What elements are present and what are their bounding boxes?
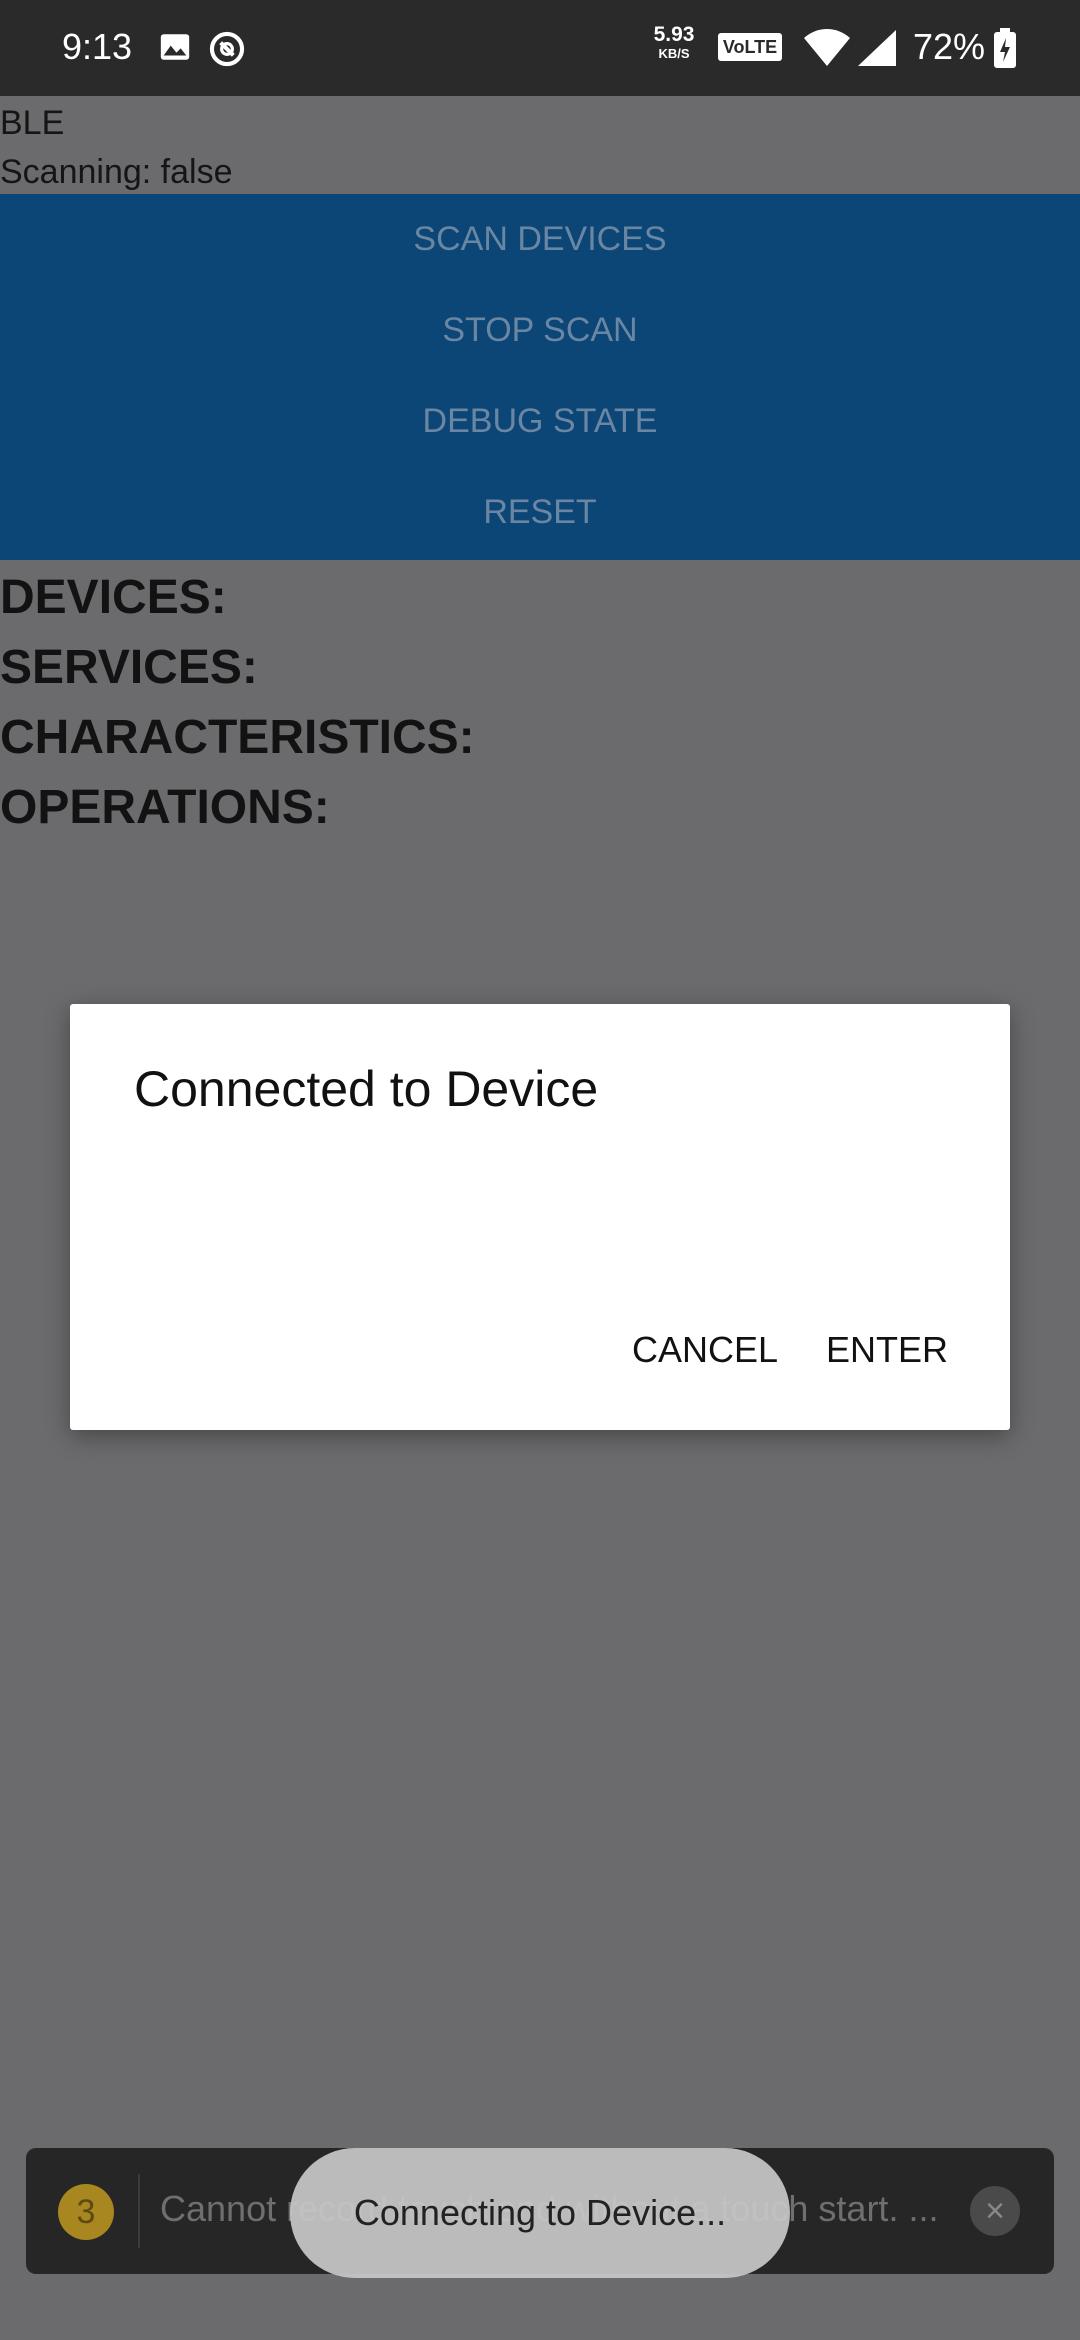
close-icon[interactable]: × — [970, 2186, 1020, 2236]
battery-charging-icon — [994, 28, 1016, 73]
cancel-button[interactable]: CANCEL — [616, 1314, 794, 1386]
network-speed-value: 5.93 — [653, 23, 695, 46]
characteristics-heading: CHARACTERISTICS: — [0, 711, 475, 764]
network-speed-unit: KB/S — [658, 46, 690, 61]
scanning-status: Scanning: false — [0, 153, 233, 191]
wifi-icon — [802, 28, 852, 73]
status-time: 9:13 — [62, 26, 133, 67]
ble-action-buttons: SCAN DEVICES STOP SCAN DEBUG STATE RESET — [0, 194, 1080, 560]
debug-state-button[interactable]: DEBUG STATE — [0, 376, 1080, 467]
battery-percent: 72% — [913, 26, 986, 67]
scan-devices-button[interactable]: SCAN DEVICES — [0, 194, 1080, 285]
toast-message: Connecting to Device... — [290, 2148, 790, 2278]
reset-button[interactable]: RESET — [0, 467, 1080, 558]
warning-count-badge: 3 — [58, 2184, 114, 2240]
dialog-title: Connected to Device — [134, 1061, 599, 1117]
app-title: BLE — [0, 104, 65, 142]
cell-signal-icon — [858, 30, 898, 71]
stop-scan-button[interactable]: STOP SCAN — [0, 285, 1080, 376]
banner-divider — [138, 2174, 140, 2248]
operations-heading: OPERATIONS: — [0, 781, 330, 834]
connected-dialog: Connected to Device CANCEL ENTER — [70, 1004, 1010, 1430]
network-speed: 5.93 KB/S — [648, 24, 700, 60]
services-heading: SERVICES: — [0, 641, 258, 694]
devices-heading: DEVICES: — [0, 571, 227, 624]
volte-badge: VoLTE — [718, 33, 782, 61]
image-icon — [158, 30, 192, 69]
do-not-disturb-icon — [208, 30, 246, 73]
enter-button[interactable]: ENTER — [810, 1314, 964, 1386]
status-bar: 9:13 5.93 KB/S VoLTE 72% — [0, 0, 1080, 96]
